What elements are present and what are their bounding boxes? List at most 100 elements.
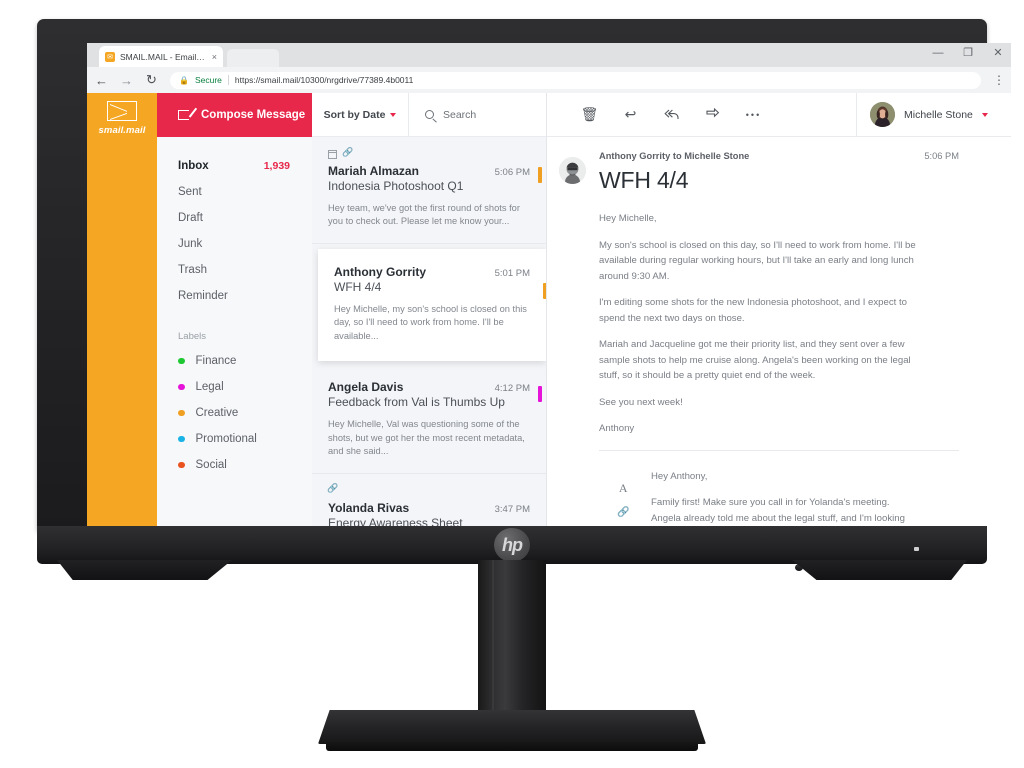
sidebar-label-social[interactable]: Social (157, 452, 312, 478)
sender-avatar (559, 157, 586, 184)
divider (227, 75, 229, 85)
sort-by-date-dropdown[interactable]: Sort by Date (312, 92, 409, 137)
message-subject: Indonesia Photoshoot Q1 (328, 179, 464, 193)
more-options-icon[interactable]: ••• (733, 93, 774, 137)
reload-icon[interactable]: ↻ (145, 72, 158, 88)
power-led (914, 547, 919, 551)
email-paragraph: I'm editing some shots for the new Indon… (599, 297, 907, 324)
monitor-stand-neck (478, 560, 546, 720)
window-controls: — ❐ ✕ (931, 46, 1005, 60)
labels-header: Labels (178, 331, 206, 342)
message-time: 3:47 PM (494, 503, 530, 515)
sidebar-item-junk[interactable]: Junk (157, 231, 312, 257)
reply-icon[interactable]: ↩ (610, 93, 651, 137)
reading-pane: 🗑 ↩ ••• Michelle Stone Anthony Gorrity t… (547, 92, 1011, 543)
message-list-item[interactable]: Mariah Almazan 5:06 PM Indonesia Photosh… (312, 137, 546, 244)
address-bar[interactable]: 🔒 Secure https://smail.mail/10300/nrgdri… (170, 71, 981, 89)
font-format-icon[interactable]: A (619, 481, 628, 496)
calendar-icon (327, 150, 337, 159)
monitor-screen: ✉ SMAIL.MAIL - Email inbox × — ❐ ✕ ← → (87, 43, 1011, 543)
sidebar-item-sent[interactable]: Sent (157, 179, 312, 205)
chevron-down-icon (390, 112, 397, 117)
new-tab-button[interactable] (227, 49, 279, 67)
browser-menu-icon[interactable]: ⋮ (993, 74, 1005, 86)
close-window-icon[interactable]: ✕ (991, 46, 1005, 59)
message-sender: Mariah Almazan (328, 164, 419, 178)
message-list-header: Sort by Date Search (312, 92, 546, 137)
message-list-item-selected[interactable]: Anthony Gorrity 5:01 PM WFH 4/4 Hey Mich… (318, 248, 546, 362)
message-sender: Angela Davis (328, 380, 404, 395)
sidebar-label-promotional[interactable]: Promotional (157, 426, 312, 452)
sidebar: Compose Message Inbox 1,939 Sent Draft J… (157, 93, 312, 543)
paperclip-icon (342, 147, 353, 160)
sidebar-label-finance[interactable]: Finance (157, 348, 312, 374)
email-paragraph: See you next week! (599, 396, 683, 408)
close-icon[interactable]: × (212, 52, 217, 62)
account-menu[interactable]: Michelle Stone (856, 92, 1011, 137)
forward-icon[interactable] (692, 93, 733, 137)
sender-avatar-image (559, 157, 586, 184)
back-icon[interactable]: ← (95, 73, 108, 88)
hp-logo: hp (494, 528, 530, 562)
reply-all-icon[interactable] (651, 93, 692, 137)
email-signature: Anthony (599, 423, 635, 435)
attach-icon[interactable]: 🔗 (617, 507, 629, 518)
label-text: Social (195, 459, 227, 471)
sidebar-label-creative[interactable]: Creative (157, 400, 312, 426)
folder-list: Inbox 1,939 Sent Draft Junk Trash Remind… (157, 137, 312, 309)
bezel-foot-left (57, 560, 232, 580)
browser-toolbar: ← → ↻ 🔒 Secure https://smail.mail/10300/… (87, 67, 1011, 93)
email-subject-title: WFH 4/4 (599, 167, 689, 193)
folder-label: Inbox (178, 160, 209, 172)
message-list-item[interactable]: Angela Davis 4:12 PM Feedback from Val i… (312, 366, 546, 474)
sidebar-item-inbox[interactable]: Inbox 1,939 (157, 153, 312, 179)
message-preview: Hey team, we've got the first round of s… (328, 203, 520, 227)
monitor-stand-base (318, 710, 706, 744)
brand-name: smail.mail (98, 125, 146, 136)
label-text: Creative (195, 407, 239, 419)
chevron-down-icon[interactable] (981, 112, 988, 117)
browser-tab[interactable]: ✉ SMAIL.MAIL - Email inbox × (99, 46, 223, 67)
browser-tabstrip: ✉ SMAIL.MAIL - Email inbox × — ❐ ✕ (87, 43, 1011, 67)
forward-icon[interactable]: → (120, 73, 133, 88)
folder-label: Reminder (178, 290, 228, 302)
brand-logo[interactable]: smail.mail (87, 101, 157, 136)
sidebar-label-legal[interactable]: Legal (157, 374, 312, 400)
sidebar-item-trash[interactable]: Trash (157, 257, 312, 283)
avatar (870, 102, 895, 127)
folder-label: Trash (178, 264, 207, 276)
folder-label: Junk (178, 238, 203, 250)
message-preview: Hey Michelle, Val was questioning some o… (328, 419, 525, 457)
browser-window: ✉ SMAIL.MAIL - Email inbox × — ❐ ✕ ← → (87, 43, 1011, 543)
reading-toolbar: 🗑 ↩ ••• Michelle Stone (547, 92, 1011, 137)
label-text: Promotional (195, 433, 257, 445)
compose-message-button[interactable]: Compose Message (157, 93, 312, 137)
url-text: https://smail.mail/10300/nrgdrive/77389.… (234, 75, 414, 85)
avatar-image (870, 102, 895, 127)
reply-paragraph: Hey Anthony, (651, 470, 708, 482)
bezel-foot-right (792, 560, 967, 580)
message-subject: Feedback from Val is Thumbs Up (328, 395, 505, 410)
delete-icon[interactable]: 🗑 (569, 93, 610, 137)
forward-glyph (706, 108, 720, 118)
maximize-icon[interactable]: ❐ (961, 46, 975, 59)
message-sender: Anthony Gorrity (334, 264, 426, 279)
sort-label: Sort by Date (323, 108, 386, 121)
label-text: Finance (195, 355, 237, 367)
label-dot-icon (178, 409, 185, 417)
sidebar-item-draft[interactable]: Draft (157, 205, 312, 231)
monitor-stand-foot (326, 742, 698, 751)
reply-all-glyph (664, 109, 679, 119)
search-placeholder: Search (443, 108, 477, 121)
message-list[interactable]: Mariah Almazan 5:06 PM Indonesia Photosh… (312, 137, 546, 543)
compose-label: Compose Message (201, 109, 306, 121)
search-input[interactable]: Search (409, 109, 546, 121)
sidebar-item-reminder[interactable]: Reminder (157, 283, 312, 309)
label-list: Finance Legal Creative Promotional Socia… (157, 348, 312, 478)
folder-label: Sent (178, 186, 202, 198)
minimize-icon[interactable]: — (931, 47, 945, 59)
lock-icon: 🔒 (179, 75, 189, 85)
label-text: Legal (195, 381, 224, 393)
email-paragraph: My son's school is closed on this day, s… (599, 239, 916, 282)
search-icon (425, 110, 434, 119)
